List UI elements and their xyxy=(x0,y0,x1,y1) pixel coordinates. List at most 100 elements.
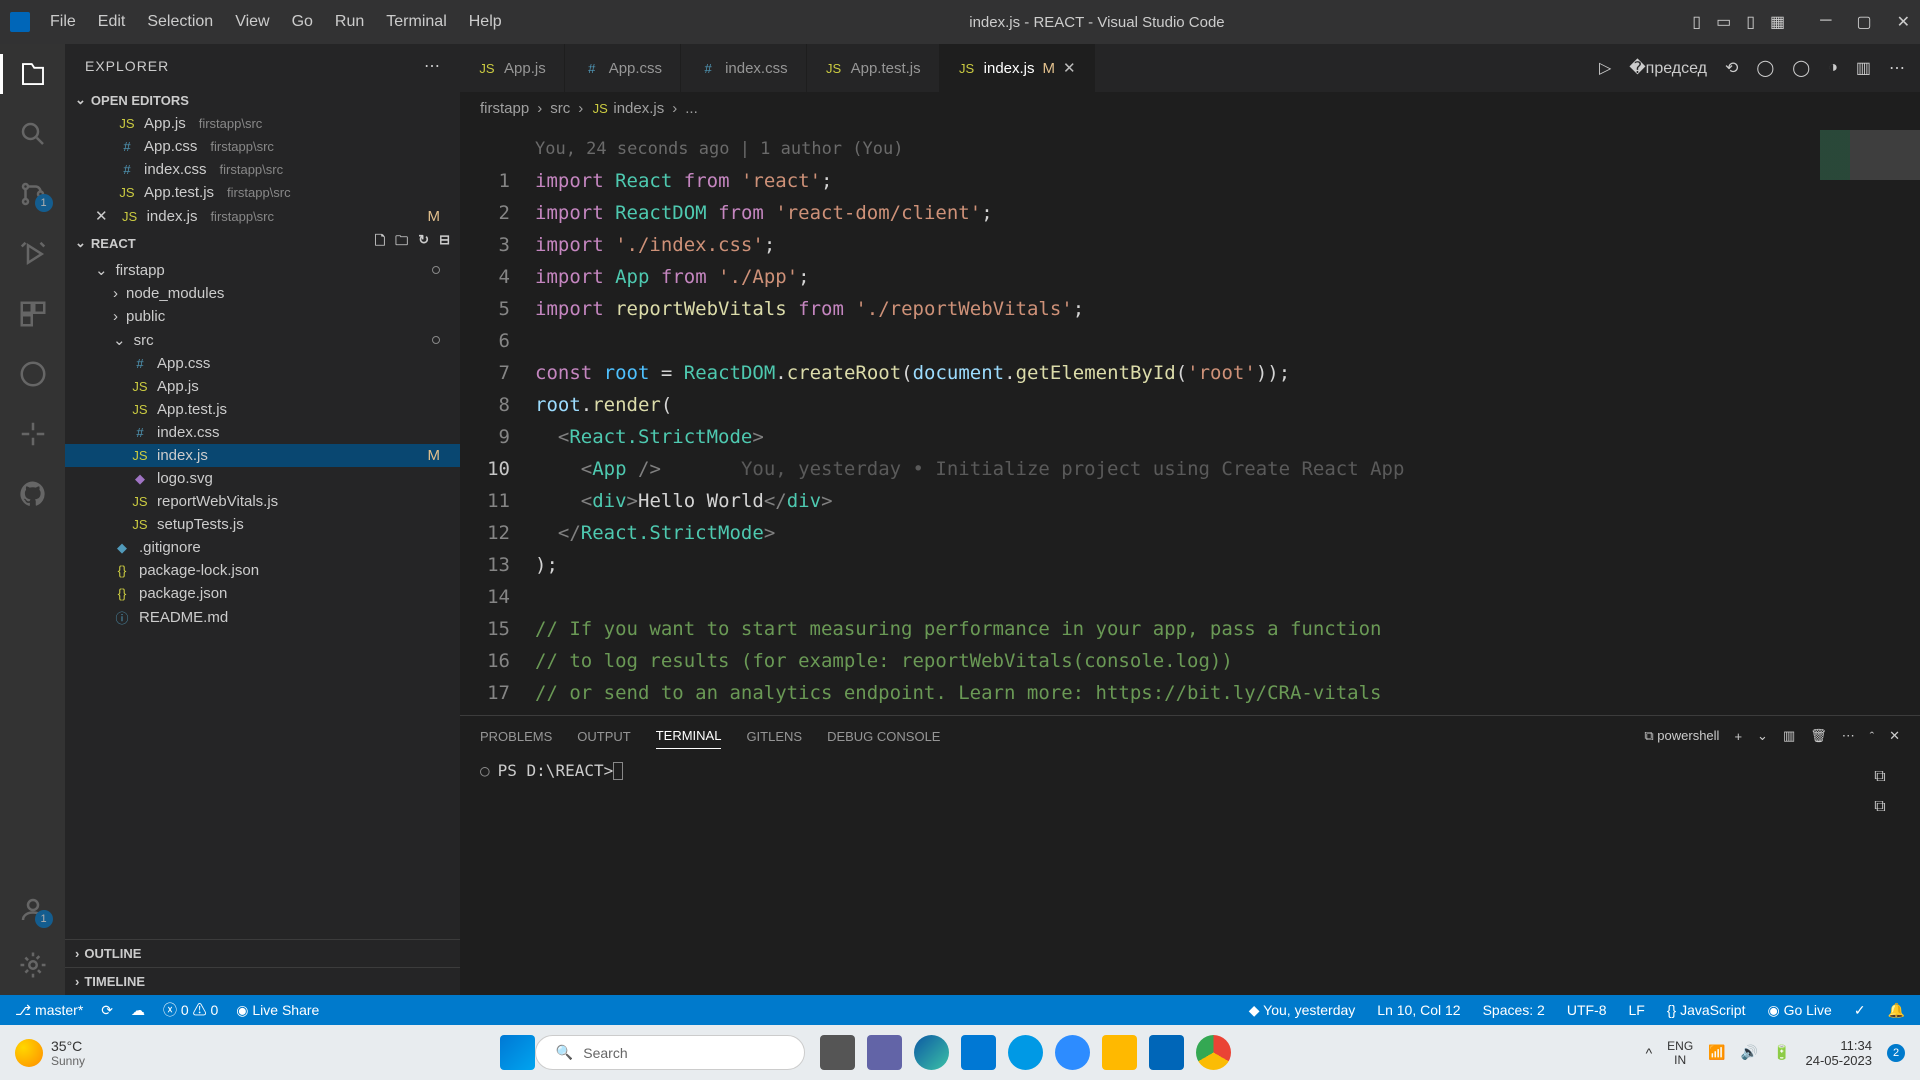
wifi-icon[interactable]: 📶 xyxy=(1708,1044,1725,1061)
panel-tab-gitlens[interactable]: GITLENS xyxy=(746,724,802,749)
maximize-panel-icon[interactable]: ˆ xyxy=(1870,729,1874,744)
file-item[interactable]: JSreportWebVitals.js xyxy=(65,490,460,513)
folder-src[interactable]: ⌄ src xyxy=(65,328,460,352)
file-item[interactable]: JSApp.js xyxy=(65,375,460,398)
terminal-prompt[interactable]: ○ PS D:\REACT> xyxy=(480,761,1860,780)
edge-icon[interactable] xyxy=(914,1035,949,1070)
go-live[interactable]: ◉ Go Live xyxy=(1767,1002,1831,1019)
volume-icon[interactable]: 🔊 xyxy=(1741,1044,1758,1061)
terminal-dropdown-icon[interactable]: ⌄ xyxy=(1757,728,1768,744)
kill-terminal-icon[interactable]: 🗑 xyxy=(1810,728,1827,744)
weather-widget[interactable]: 35°C Sunny xyxy=(15,1038,85,1068)
menu-selection[interactable]: Selection xyxy=(147,13,213,31)
cursor-position[interactable]: Ln 10, Col 12 xyxy=(1377,1002,1460,1018)
search-icon[interactable] xyxy=(18,119,48,149)
menu-help[interactable]: Help xyxy=(469,13,502,31)
layout-customize-icon[interactable]: ▦ xyxy=(1770,12,1785,32)
close-icon[interactable]: ✕ xyxy=(1897,12,1910,32)
cloud-icon[interactable]: ☁ xyxy=(131,1002,145,1019)
prettier-icon[interactable]: ✓ xyxy=(1854,1002,1866,1019)
layout-panel-icon[interactable]: ▭ xyxy=(1716,12,1731,32)
open-editors-header[interactable]: ⌄ OPEN EDITORS xyxy=(65,88,460,112)
layout-sidebar-left-icon[interactable]: ▯ xyxy=(1692,12,1701,32)
run-icon[interactable]: ▷ xyxy=(1599,58,1611,78)
vscode-taskbar-icon[interactable] xyxy=(1149,1035,1184,1070)
timeline-header[interactable]: › TIMELINE xyxy=(65,967,460,995)
open-editor-item[interactable]: #index.cssfirstapp\src xyxy=(65,158,460,181)
battery-icon[interactable]: 🔋 xyxy=(1773,1044,1790,1061)
zoom-icon[interactable] xyxy=(1055,1035,1090,1070)
layout-sidebar-right-icon[interactable]: ▯ xyxy=(1746,12,1755,32)
app-icon[interactable] xyxy=(1008,1035,1043,1070)
account-icon[interactable]: 1 xyxy=(18,895,48,925)
sync-icon[interactable]: ⟳ xyxy=(101,1002,113,1019)
file-item[interactable]: ⓘREADME.md xyxy=(65,605,460,630)
remote-icon[interactable] xyxy=(18,359,48,389)
more-actions-icon[interactable]: ⋯ xyxy=(1889,58,1905,78)
explorer-icon[interactable] xyxy=(18,59,48,89)
start-button[interactable] xyxy=(500,1035,535,1070)
tray-chevron-icon[interactable]: ^ xyxy=(1646,1045,1653,1061)
notifications-icon[interactable]: 🔔 xyxy=(1888,1002,1905,1019)
eol[interactable]: LF xyxy=(1629,1002,1645,1018)
shell-label[interactable]: ⧉ powershell xyxy=(1644,728,1719,744)
clock[interactable]: 11:34 24-05-2023 xyxy=(1806,1038,1873,1068)
menu-view[interactable]: View xyxy=(235,13,269,31)
close-panel-icon[interactable]: ✕ xyxy=(1889,728,1900,744)
panel-tab-terminal[interactable]: TERMINAL xyxy=(656,723,722,749)
minimap[interactable] xyxy=(1820,130,1920,180)
debug-icon[interactable]: �председ xyxy=(1629,58,1707,78)
open-editor-item[interactable]: #App.cssfirstapp\src xyxy=(65,135,460,158)
project-header[interactable]: ⌄ REACT 🗋 🗀 ↻ ⊟ xyxy=(65,228,460,258)
menu-run[interactable]: Run xyxy=(335,13,364,31)
folder-node-modules[interactable]: › node_modules xyxy=(65,282,460,305)
folder-firstapp[interactable]: ⌄ firstapp xyxy=(65,258,460,282)
git-compare-icon[interactable]: ⟲ xyxy=(1725,58,1738,78)
breadcrumb[interactable]: firstapp›src›JS index.js›... xyxy=(460,92,1920,125)
indentation[interactable]: Spaces: 2 xyxy=(1483,1002,1545,1018)
collapse-icon[interactable]: ⊟ xyxy=(439,232,450,254)
editor-tab[interactable]: JSindex.js M ✕ xyxy=(940,44,1095,92)
maximize-icon[interactable]: ▢ xyxy=(1856,12,1871,32)
file-item[interactable]: ◆logo.svg xyxy=(65,467,460,490)
split-terminal-icon[interactable]: ▥ xyxy=(1783,728,1795,744)
menu-edit[interactable]: Edit xyxy=(98,13,126,31)
mail-icon[interactable] xyxy=(961,1035,996,1070)
editor-tab[interactable]: JSApp.js xyxy=(460,44,565,92)
code-editor[interactable]: 1234567891011121314151617 You, 24 second… xyxy=(460,125,1920,715)
open-editor-item[interactable]: JSApp.jsfirstapp\src xyxy=(65,112,460,135)
nav-forward-icon[interactable]: ◯ xyxy=(1792,58,1810,78)
file-item[interactable]: {}package.json xyxy=(65,582,460,605)
outline-header[interactable]: › OUTLINE xyxy=(65,939,460,967)
taskbar-search[interactable]: 🔍 Search xyxy=(535,1035,805,1070)
editor-tab[interactable]: #index.css xyxy=(681,44,807,92)
notification-badge[interactable]: 2 xyxy=(1887,1044,1905,1062)
encoding[interactable]: UTF-8 xyxy=(1567,1002,1607,1018)
minimize-icon[interactable]: ─ xyxy=(1820,12,1831,32)
new-folder-icon[interactable]: 🗀 xyxy=(395,232,408,254)
open-editor-item[interactable]: JSApp.test.jsfirstapp\src xyxy=(65,181,460,204)
file-item[interactable]: #App.css xyxy=(65,352,460,375)
github-icon[interactable] xyxy=(18,479,48,509)
file-item[interactable]: #index.css xyxy=(65,421,460,444)
tab-sync-icon[interactable]: ◑ xyxy=(1828,59,1838,77)
refresh-icon[interactable]: ↻ xyxy=(418,232,429,254)
file-explorer-icon[interactable] xyxy=(1102,1035,1137,1070)
file-item[interactable]: JSsetupTests.js xyxy=(65,513,460,536)
settings-gear-icon[interactable] xyxy=(18,950,48,980)
sidebar-more-icon[interactable]: ⋯ xyxy=(424,56,440,76)
open-editor-item[interactable]: ✕JSindex.jsfirstapp\srcM xyxy=(65,204,460,228)
gitlens-icon[interactable] xyxy=(18,419,48,449)
chrome-icon[interactable] xyxy=(1196,1035,1231,1070)
task-view-icon[interactable] xyxy=(820,1035,855,1070)
menu-go[interactable]: Go xyxy=(292,13,313,31)
nav-back-icon[interactable]: ◯ xyxy=(1756,58,1774,78)
file-item[interactable]: {}package-lock.json xyxy=(65,559,460,582)
panel-tab-output[interactable]: OUTPUT xyxy=(577,724,630,749)
file-item[interactable]: ◆.gitignore xyxy=(65,536,460,559)
run-debug-icon[interactable] xyxy=(18,239,48,269)
editor-tab[interactable]: JSApp.test.js xyxy=(807,44,940,92)
terminal-more-icon[interactable]: ⋯ xyxy=(1842,728,1855,744)
file-item[interactable]: JSApp.test.js xyxy=(65,398,460,421)
extensions-icon[interactable] xyxy=(18,299,48,329)
